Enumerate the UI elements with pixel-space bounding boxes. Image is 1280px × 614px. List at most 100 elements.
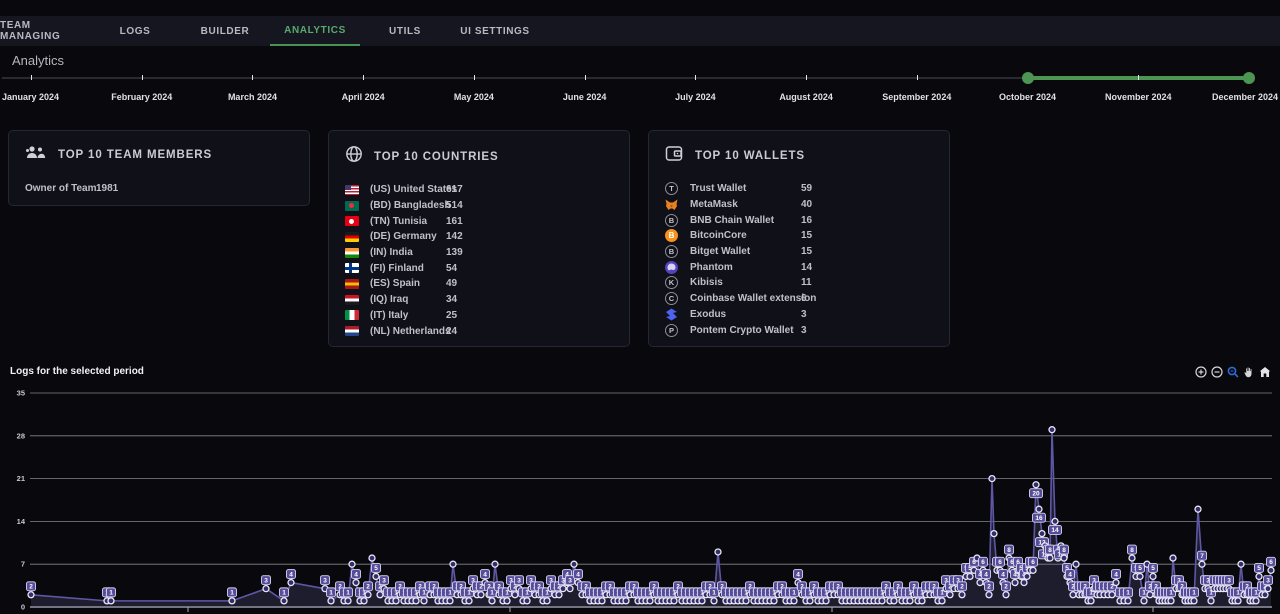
data-point[interactable] [1238,561,1244,567]
data-point[interactable] [328,598,334,604]
tab-analytics[interactable]: ANALYTICS [270,16,360,46]
data-point[interactable] [1047,555,1053,561]
data-point[interactable] [1021,580,1027,586]
box-zoom-icon[interactable] [1226,365,1239,378]
data-point[interactable] [1024,573,1030,579]
data-point[interactable] [1208,598,1214,604]
data-point[interactable] [647,598,653,604]
data-point[interactable] [715,549,721,555]
data-point[interactable] [1199,561,1205,567]
data-point[interactable] [1170,555,1176,561]
slider-handle-end[interactable] [1243,72,1255,84]
data-point[interactable] [353,580,359,586]
data-point[interactable] [599,598,605,604]
data-point[interactable] [947,592,953,598]
data-point[interactable] [1265,586,1271,592]
data-point[interactable] [879,598,885,604]
data-point[interactable] [108,598,114,604]
date-range-slider[interactable]: January 2024February 2024March 2024April… [0,70,1280,106]
data-point[interactable] [365,592,371,598]
pan-icon[interactable] [1242,365,1255,378]
data-point[interactable] [345,598,351,604]
data-point[interactable] [447,598,453,604]
data-point[interactable] [1052,518,1058,524]
tab-builder[interactable]: BUILDER [180,16,270,46]
data-point[interactable] [369,555,375,561]
data-point[interactable] [1256,573,1262,579]
data-point[interactable] [1088,598,1094,604]
data-point[interactable] [939,598,945,604]
data-point[interactable] [989,476,995,482]
data-point[interactable] [288,580,294,586]
data-point[interactable] [1235,598,1241,604]
data-point[interactable] [1036,506,1042,512]
data-point[interactable] [1125,598,1131,604]
data-point[interactable] [1012,580,1018,586]
data-point[interactable] [1195,506,1201,512]
tab-utils[interactable]: UTILS [360,16,450,46]
data-point[interactable] [413,598,419,604]
data-point[interactable] [711,598,717,604]
data-point[interactable] [623,598,629,604]
data-point[interactable] [489,598,495,604]
data-point[interactable] [986,592,992,598]
data-point[interactable] [492,561,498,567]
data-point[interactable] [1268,567,1274,573]
zoom-in-icon[interactable] [1194,365,1207,378]
data-point[interactable] [1113,580,1119,586]
data-point[interactable] [807,598,813,604]
data-point[interactable] [504,598,510,604]
data-point[interactable] [524,598,530,604]
data-point[interactable] [1141,598,1147,604]
slider-handle-start[interactable] [1022,72,1034,84]
data-point[interactable] [1150,573,1156,579]
data-point[interactable] [478,592,484,598]
data-point[interactable] [571,561,577,567]
data-point[interactable] [1061,555,1067,561]
data-point[interactable] [967,573,973,579]
data-point[interactable] [699,598,705,604]
data-point[interactable] [1003,592,1009,598]
data-point[interactable] [393,598,399,604]
data-point[interactable] [560,586,566,592]
tab-ui-settings[interactable]: UI SETTINGS [450,16,540,46]
data-point[interactable] [1168,598,1174,604]
data-point[interactable] [28,592,34,598]
data-point[interactable] [1262,592,1268,598]
logs-line-chart[interactable]: 0714212835211131431211411252311121111212… [0,385,1280,614]
data-point[interactable] [1129,555,1135,561]
data-point[interactable] [1033,482,1039,488]
data-point[interactable] [281,598,287,604]
data-point[interactable] [544,598,550,604]
data-point[interactable] [567,586,573,592]
data-point[interactable] [771,598,777,604]
data-point[interactable] [1049,427,1055,433]
data-point[interactable] [907,598,913,604]
data-point[interactable] [977,580,983,586]
data-point[interactable] [1039,531,1045,537]
data-point[interactable] [512,592,518,598]
data-point[interactable] [959,592,965,598]
data-point[interactable] [556,592,562,598]
data-point[interactable] [373,573,379,579]
data-point[interactable] [1070,592,1076,598]
data-point[interactable] [1030,567,1036,573]
data-point[interactable] [1191,598,1197,604]
tab-logs[interactable]: LOGS [90,16,180,46]
data-point[interactable] [377,592,383,598]
data-point[interactable] [1137,573,1143,579]
data-point[interactable] [743,598,749,604]
data-point[interactable] [349,561,355,567]
data-point[interactable] [229,598,235,604]
data-point[interactable] [466,598,472,604]
data-point[interactable] [991,531,997,537]
data-point[interactable] [1073,561,1079,567]
home-icon[interactable] [1258,365,1271,378]
data-point[interactable] [919,598,925,604]
data-point[interactable] [671,598,677,604]
data-point[interactable] [361,598,367,604]
data-point[interactable] [450,561,456,567]
data-point[interactable] [791,598,797,604]
data-point[interactable] [1147,592,1153,598]
data-point[interactable] [1253,598,1259,604]
